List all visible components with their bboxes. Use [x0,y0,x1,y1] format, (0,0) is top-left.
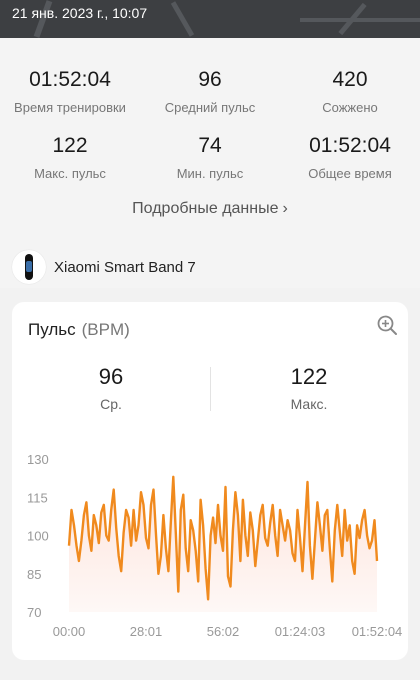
x-tick-label: 56:02 [207,624,240,639]
stat-calories: 420 Сожжено [280,68,420,115]
heart-rate-unit: (BPM) [81,320,130,339]
zoom-in-icon[interactable] [376,314,398,336]
x-tick-label: 01:52:04 [352,624,403,639]
device-name: Xiaomi Smart Band 7 [54,258,196,276]
details-link-label[interactable]: Подробные данные [132,200,278,217]
heart-rate-chart[interactable]: 130 115 100 85 70 00:00 28:01 56:02 01:24:03 01:5… [12,447,408,647]
stat-avg-hr: 96 Средний пульс [140,68,280,115]
max-hr-summary: 122 Макс. [210,364,408,412]
x-tick-label: 01:24:03 [275,624,326,639]
stat-value: 01:52:04 [29,68,111,91]
stat-value: 74 [198,134,222,157]
avg-hr-value: 96 [98,364,124,389]
stat-value: 122 [52,134,88,157]
stat-value: 96 [198,68,222,91]
stat-label: Средний пульс [164,100,256,115]
stat-value: 420 [332,68,368,91]
stat-label: Сожжено [322,100,378,115]
stat-label: Макс. пульс [34,166,106,181]
chevron-right-icon: › [282,200,288,217]
heart-rate-card: Пульс (BPM) 96 Ср. 122 Макс. 130 115 100 85 7… [12,302,408,660]
avg-hr-label: Ср. [100,396,122,412]
stat-max-hr: 122 Макс. пульс [0,134,140,181]
x-tick-label: 28:01 [130,624,163,639]
map-header: 21 янв. 2023 г., 10:07 [0,0,420,38]
device-row: Xiaomi Smart Band 7 [12,248,196,286]
x-tick-label: 00:00 [53,624,86,639]
avg-hr-summary: 96 Ср. [12,364,210,412]
stat-min-hr: 74 Мин. пульс [140,134,280,181]
details-link[interactable]: Подробные данные › [0,200,420,218]
heart-rate-title: Пульс (BPM) [28,320,130,340]
y-tick-label: 100 [27,529,49,544]
y-tick-label: 130 [27,452,49,467]
stat-value: 01:52:04 [309,134,391,157]
stat-total-time: 01:52:04 Общее время [280,134,420,181]
workout-summary: 01:52:04 Время тренировки 96 Средний пул… [0,38,420,288]
y-tick-label: 85 [27,567,41,582]
y-tick-label: 115 [27,490,48,505]
max-hr-label: Макс. [290,396,328,412]
max-hr-value: 122 [290,364,328,389]
stat-label: Общее время [308,166,392,181]
workout-datetime: 21 янв. 2023 г., 10:07 [12,5,148,21]
stat-workout-time: 01:52:04 Время тренировки [0,68,140,115]
stat-label: Время тренировки [14,100,126,115]
heart-rate-title-text: Пульс [28,320,76,339]
smart-band-icon [12,250,46,284]
stat-label: Мин. пульс [176,166,244,181]
y-tick-label: 70 [27,605,41,620]
